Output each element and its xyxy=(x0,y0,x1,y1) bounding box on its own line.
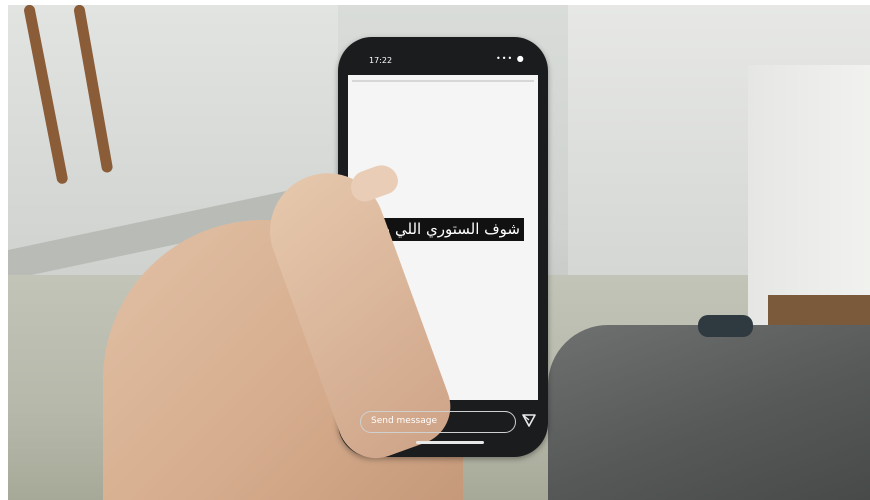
status-icons: ••• ● xyxy=(496,54,525,63)
home-indicator xyxy=(416,441,484,444)
door-edge xyxy=(768,295,870,325)
story-header xyxy=(356,92,516,102)
story-progress-bar xyxy=(352,80,534,82)
status-time: 17:22 xyxy=(369,56,393,65)
send-icon[interactable] xyxy=(522,413,536,427)
leg-in-sweatpants xyxy=(548,325,870,500)
story-text-overlay: شوف الستوري اللي بعد xyxy=(384,218,524,241)
send-message-placeholder: Send message xyxy=(371,416,437,426)
send-message-field[interactable]: Send message xyxy=(360,411,516,433)
door xyxy=(748,65,870,325)
shoe xyxy=(698,315,753,337)
